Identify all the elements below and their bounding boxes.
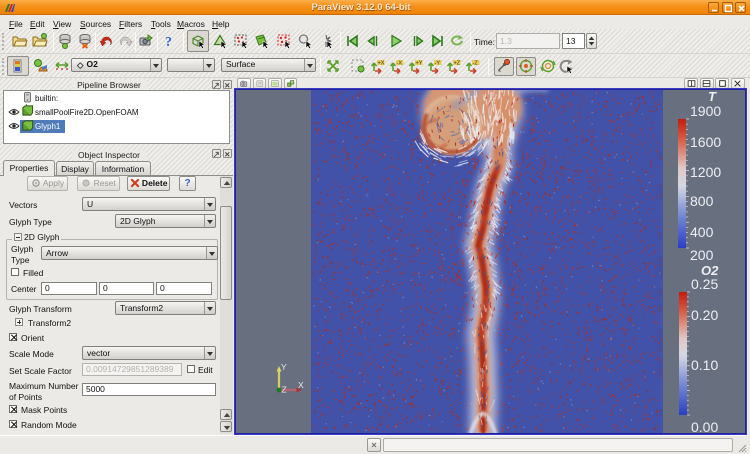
svg-text:1600: 1600 xyxy=(690,134,721,150)
svg-text:+Z: +Z xyxy=(454,61,461,67)
svg-text:?: ? xyxy=(165,35,172,49)
svg-text:0.10: 0.10 xyxy=(691,357,718,373)
svg-text:400: 400 xyxy=(690,224,714,240)
svg-text:X: X xyxy=(298,380,304,390)
svg-text:+Y: +Y xyxy=(416,61,423,67)
svg-text:-Z: -Z xyxy=(473,61,479,67)
svg-text:800: 800 xyxy=(690,193,714,209)
svg-text:0.20: 0.20 xyxy=(691,307,718,323)
svg-text:O2: O2 xyxy=(701,263,719,278)
svg-text:1200: 1200 xyxy=(690,164,721,180)
svg-text:0.25: 0.25 xyxy=(691,276,718,292)
svg-text:1900: 1900 xyxy=(690,103,721,119)
svg-text:+X: +X xyxy=(378,61,385,67)
svg-text:T: T xyxy=(708,90,717,104)
svg-text:200: 200 xyxy=(690,247,714,263)
svg-text:-Y: -Y xyxy=(435,61,441,67)
svg-text:0.00: 0.00 xyxy=(691,419,718,433)
svg-text:-X: -X xyxy=(397,61,403,67)
svg-text:Z: Z xyxy=(282,385,287,395)
svg-text:Y: Y xyxy=(281,362,287,372)
